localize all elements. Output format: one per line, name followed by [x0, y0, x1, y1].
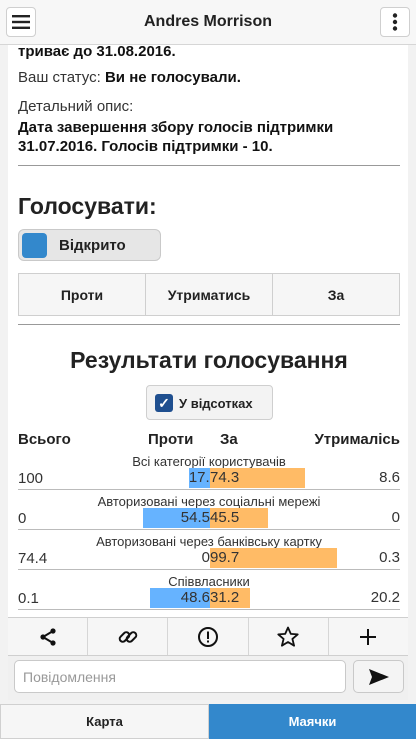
report-button[interactable]: [168, 618, 249, 655]
divider: [18, 324, 400, 325]
description-line-1: Дата завершення збору голосів підтримки: [18, 119, 334, 136]
share-button[interactable]: [8, 618, 89, 655]
content-panel[interactable]: триває до 31.08.2016. Ваш статус: Ви не …: [8, 45, 408, 617]
abstained-value: 0.3: [379, 549, 400, 566]
status-value: Ви не голосували.: [104, 69, 241, 86]
result-row-label: Співвласники: [168, 574, 250, 589]
toggle-label: Відкрито: [59, 237, 126, 254]
status-line: Ваш статус: Ви не голосували.: [18, 68, 241, 87]
favorite-button[interactable]: [249, 618, 329, 655]
result-row-total: 0.1: [18, 590, 39, 607]
vote-abstain-button[interactable]: Утриматись: [146, 274, 273, 315]
vote-buttons: Проти Утриматись За: [18, 273, 400, 316]
link-button[interactable]: [88, 618, 169, 655]
message-bar: [8, 656, 408, 700]
tab-map[interactable]: Карта: [0, 704, 209, 739]
row-divider: [18, 609, 400, 610]
toggle-indicator: [22, 233, 47, 258]
result-row-total: 0: [18, 510, 27, 527]
against-bar: 0: [201, 549, 210, 566]
tab-beacons[interactable]: Маячки: [209, 704, 416, 739]
star-icon: [277, 626, 299, 647]
app-header: Andres Morrison: [0, 0, 416, 45]
send-button[interactable]: [353, 660, 404, 693]
open-vote-toggle[interactable]: Відкрито: [18, 229, 161, 261]
column-against: Проти: [148, 431, 194, 448]
vote-for-button[interactable]: За: [273, 274, 399, 315]
for-bar: 74.3: [210, 468, 305, 488]
send-icon: [368, 668, 389, 685]
against-bar: 17.2: [188, 468, 219, 488]
result-row-label: Всі категорії користувачів: [132, 454, 286, 469]
action-bar: [8, 617, 408, 656]
abstained-value: 20.2: [370, 589, 400, 606]
percent-checkbox[interactable]: ✓ У відсотках: [146, 385, 273, 420]
description-label: Детальний опис:: [18, 98, 134, 115]
alert-circle-icon: [198, 626, 218, 647]
abstained-value: 0: [391, 509, 400, 526]
more-options-button[interactable]: [380, 7, 410, 37]
status-label: Ваш статус:: [18, 69, 105, 86]
share-icon: [39, 627, 56, 646]
message-input[interactable]: [14, 660, 346, 693]
checkmark-icon: ✓: [155, 394, 173, 412]
result-row-label: Авторизовані через соціальні мережі: [97, 494, 321, 509]
page-title: Andres Morrison: [143, 13, 272, 30]
vote-against-button[interactable]: Проти: [19, 274, 146, 315]
results-title: Результати голосування: [70, 347, 348, 373]
row-divider: [18, 529, 400, 530]
plus-icon: [360, 628, 377, 645]
column-abstained: Утрималісь: [314, 431, 400, 448]
bottom-tabs: Карта Маячки: [0, 704, 416, 739]
add-button[interactable]: [329, 618, 408, 655]
result-row-total: 74.4: [18, 550, 48, 567]
for-bar: 45.5: [210, 508, 268, 528]
lasts-until-text: триває до 31.08.2016.: [18, 45, 176, 60]
row-divider: [18, 489, 400, 490]
against-bar: 48.6: [150, 588, 210, 608]
description-line-2: 31.07.2016. Голосів підтримки - 10.: [18, 138, 273, 155]
row-divider: [18, 569, 400, 570]
vote-title: Голосувати:: [18, 193, 157, 219]
against-bar: 54.5: [142, 508, 210, 528]
percent-checkbox-label: У відсотках: [179, 396, 253, 411]
result-row-label: Авторизовані через банківську картку: [96, 534, 322, 549]
column-for: За: [220, 431, 238, 448]
for-bar: 99.7: [210, 548, 337, 568]
column-total: Всього: [18, 431, 71, 448]
for-bar: 31.2: [210, 588, 250, 608]
link-icon: [118, 630, 138, 643]
abstained-value: 8.6: [379, 469, 400, 486]
divider: [18, 165, 400, 166]
result-row-total: 100: [18, 470, 44, 487]
vertical-dots-icon: [392, 13, 398, 31]
